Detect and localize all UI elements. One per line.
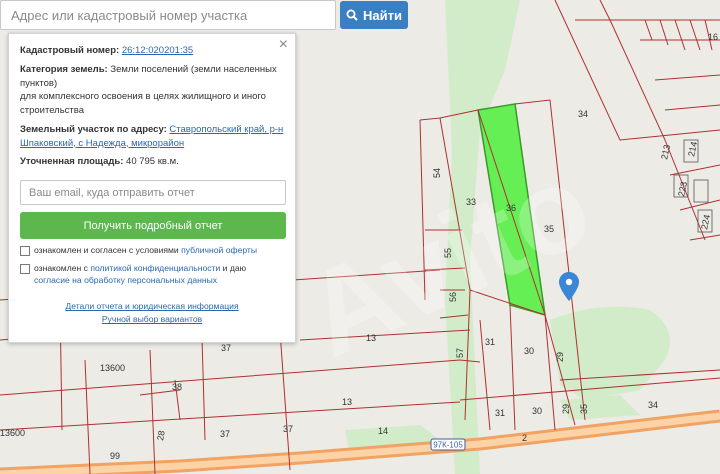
parcel-label: 37 <box>283 424 293 434</box>
consent-privacy-row: ознакомлен с политикой конфиденциальност… <box>20 262 284 287</box>
area-row: Уточненная площадь: 40 795 кв.м. <box>20 155 284 169</box>
personal-data-consent-link[interactable]: согласие на обработку персональных данны… <box>34 275 217 285</box>
parcel-label: 54 <box>432 168 442 178</box>
cadastral-number-link[interactable]: 26:12:020201:35 <box>122 45 193 56</box>
parcel-label: 37 <box>220 429 230 439</box>
parcel-label: 2 <box>522 433 527 443</box>
parcel-label: 57 <box>455 348 465 358</box>
search-icon <box>346 9 358 21</box>
parcel-label: 31 <box>485 337 495 347</box>
consent-privacy-text: ознакомлен с политикой конфиденциальност… <box>34 262 284 287</box>
parcel-label: 16 <box>708 32 718 42</box>
consent-privacy-prefix: ознакомлен с <box>34 262 88 273</box>
get-report-button[interactable]: Получить подробный отчет <box>20 212 286 240</box>
consent-privacy-checkbox[interactable] <box>20 263 30 274</box>
parcel-label: 99 <box>110 451 120 461</box>
area-value: 40 795 кв.м. <box>126 156 179 168</box>
manual-selection-link[interactable]: Ручной выбор вариантов <box>102 314 202 324</box>
parcel-label: 38 <box>172 382 182 392</box>
parcel-label: 34 <box>578 109 588 119</box>
land-category-row: Категория земель: Земли поселений (земли… <box>20 63 284 118</box>
parcel-label: 29 <box>555 352 565 362</box>
cadastral-number-row: Кадастровый номер: 26:12:020201:35 <box>20 44 284 58</box>
consent-offer-prefix: ознакомлен и согласен с условиями <box>34 245 179 256</box>
parcel-label: 31 <box>495 408 505 418</box>
consent-offer-checkbox[interactable] <box>20 246 30 257</box>
privacy-policy-link[interactable]: политикой конфиденциальности <box>90 263 220 273</box>
parcel-label: 30 <box>532 406 542 416</box>
consent-privacy-middle: и даю <box>222 262 247 273</box>
parcel-label: 35 <box>579 404 589 414</box>
cadastral-number-label: Кадастровый номер: <box>20 45 120 56</box>
email-field[interactable] <box>20 180 286 206</box>
road-sign: 97К-105 <box>430 438 466 451</box>
land-category-label: Категория земель: <box>20 63 108 75</box>
consent-offer-row: ознакомлен и согласен с условиями публич… <box>20 244 284 257</box>
search-input[interactable] <box>0 0 336 30</box>
address-row: Земельный участок по адресу: Ставропольс… <box>20 123 284 151</box>
road-label: 97К-105 <box>433 441 463 450</box>
area-label: Уточненная площадь: <box>20 156 124 168</box>
parcel-info-panel: × Кадастровый номер: 26:12:020201:35 Кат… <box>8 33 296 343</box>
parcel-label: 13600 <box>0 428 25 438</box>
report-details-link[interactable]: Детали отчета и юридическая информация <box>65 301 238 311</box>
close-icon[interactable]: × <box>279 37 288 53</box>
parcel-label: 37 <box>221 343 231 353</box>
panel-footer-links: Детали отчета и юридическая информация Р… <box>20 300 284 326</box>
parcel-label: 34 <box>648 400 658 410</box>
consent-offer-text: ознакомлен и согласен с условиями публич… <box>34 244 257 256</box>
parcel-label: 13600 <box>100 363 125 373</box>
land-use-value: для комплексного освоения в целях жилищн… <box>20 91 266 117</box>
public-offer-link[interactable]: публичной оферты <box>181 245 257 255</box>
address-label: Земельный участок по адресу: <box>20 123 167 135</box>
parcel-label: 28 <box>155 430 167 442</box>
search-button-label: Найти <box>363 7 402 23</box>
parcel-label: 14 <box>378 426 388 436</box>
parcel-label: 29 <box>561 404 571 414</box>
search-button[interactable]: Найти <box>340 1 408 29</box>
parcel-label: 13 <box>342 397 352 407</box>
parcel-label: 30 <box>524 346 534 356</box>
